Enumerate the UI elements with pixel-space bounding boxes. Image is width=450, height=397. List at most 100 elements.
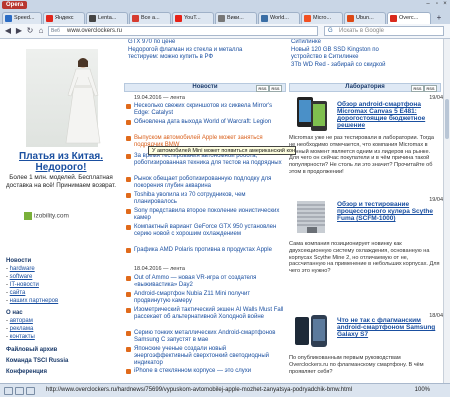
maximize-icon[interactable]: ▫ xyxy=(433,1,441,8)
nav-forum[interactable]: Конференция xyxy=(6,368,116,376)
lab-column: Ситилинке Новый 120 GB SSD Kingston по у… xyxy=(289,39,447,383)
news-icon xyxy=(126,193,131,198)
rss-badge[interactable]: RSS xyxy=(424,85,437,92)
news-header[interactable]: Новости RSS RSS xyxy=(124,83,286,92)
news-item-text: Sony представила второе поколение ионист… xyxy=(134,208,280,221)
favicon-icon xyxy=(218,15,225,22)
search-field[interactable]: G Искать в Google xyxy=(324,26,444,36)
ad-logo[interactable]: izobility.com xyxy=(24,212,104,220)
news-icon xyxy=(126,209,131,214)
close-icon[interactable]: × xyxy=(441,1,449,8)
turbo-icon[interactable] xyxy=(15,387,24,395)
nav-team[interactable]: Команда TSCI Russia xyxy=(6,357,116,365)
snippet[interactable]: Ситилинке xyxy=(291,39,441,47)
lab-item[interactable]: 19/04 Обзор android-смартфона Micromax C… xyxy=(289,95,447,190)
lab-text: По опубликованным первым руководствам Ov… xyxy=(289,355,424,375)
snippet[interactable]: 3Tb WD Red - забирай со скидкой xyxy=(291,62,441,70)
news-icon xyxy=(126,347,131,352)
lab-item[interactable]: 19/04 Обзор и тестирование процессорного… xyxy=(289,197,447,307)
tab-world[interactable]: World... xyxy=(258,12,300,24)
nav-link-contacts[interactable]: контакты xyxy=(10,334,35,340)
lab-text: Micromax уже не раз тестировали в лабора… xyxy=(289,135,435,175)
search-placeholder: Искать в Google xyxy=(339,28,385,34)
nav-link-software[interactable]: software xyxy=(10,274,33,280)
nav-link-it-news[interactable]: IT-новости xyxy=(10,282,39,288)
nav-link-ads[interactable]: реклама xyxy=(10,326,34,332)
news-icon xyxy=(126,104,131,109)
address-toolbar: ◀ ▶ ↻ ⌂ Веб www.overclockers.ru ☆ G Иска… xyxy=(0,24,450,39)
news-icon xyxy=(126,225,131,230)
favicon-icon xyxy=(347,15,354,22)
forward-icon[interactable]: ▶ xyxy=(14,26,24,36)
dress-image-icon xyxy=(65,58,101,144)
back-icon[interactable]: ◀ xyxy=(3,26,13,36)
home-icon[interactable]: ⌂ xyxy=(36,26,46,36)
top-snippets-mid: GTX 970 по цене Недорогой флагман из сте… xyxy=(128,39,284,62)
ad-title[interactable]: Платья из Китая. Недорого! xyxy=(4,151,118,173)
tab-microsoft[interactable]: Micro... xyxy=(301,12,343,24)
lab-header[interactable]: Лаборатория RSS RSS xyxy=(289,83,441,92)
address-field[interactable]: Веб www.overclockers.ru ☆ xyxy=(48,26,361,36)
panel-toggle-icon[interactable] xyxy=(4,387,13,395)
tab-label: Яндекс xyxy=(55,15,74,21)
tab-wiki[interactable]: Вики... xyxy=(215,12,257,24)
news-header-label: Новости xyxy=(192,84,218,90)
lab-title[interactable]: Обзор android-смартфона Micromax Canvas … xyxy=(337,101,443,129)
tab-ubuntu[interactable]: Ubun... xyxy=(344,12,386,24)
snippet[interactable]: Новый 120 GB SSD Kingston по xyxy=(291,47,441,55)
tab-strip: Speed... Яндекс Lenta... Все а... YouT..… xyxy=(0,10,450,24)
tab-yandex[interactable]: Яндекс xyxy=(43,12,85,24)
nav-file-archive[interactable]: Файловый архив xyxy=(6,346,116,354)
link-tooltip: У автомобилей Mini может появиться амери… xyxy=(148,146,296,155)
news-item-text: Рынок обещает роботизированную подлодку … xyxy=(134,176,272,189)
rss-badge[interactable]: RSS xyxy=(411,85,424,92)
address-text: www.overclockers.ru xyxy=(67,28,123,34)
top-snippets-right: Ситилинке Новый 120 GB SSD Kingston по у… xyxy=(291,39,441,69)
tab-label: Overc... xyxy=(399,15,419,21)
nav-link-site[interactable]: сайта xyxy=(10,290,26,296)
status-bar: http://www.overclockers.ru/hardnews/7569… xyxy=(0,383,450,397)
new-tab-button[interactable]: + xyxy=(432,13,446,23)
reload-icon[interactable]: ↻ xyxy=(25,26,35,36)
snippet[interactable]: устройство в Ситилинке xyxy=(291,54,441,62)
favicon-icon xyxy=(261,15,268,22)
tab-lenta[interactable]: Lenta... xyxy=(86,12,128,24)
lab-title[interactable]: Обзор и тестирование процессорного кулер… xyxy=(337,201,443,222)
nav-link-partners[interactable]: наших партнеров xyxy=(10,298,59,304)
tab-speed-dial[interactable]: Speed... xyxy=(2,12,42,24)
opera-menu-button[interactable]: Opera xyxy=(2,1,28,9)
rss-badge[interactable]: RSS xyxy=(269,85,282,92)
tab-overclockers[interactable]: Overc... xyxy=(387,12,431,24)
scrollbar-thumb[interactable] xyxy=(445,99,449,139)
nav-link-authors[interactable]: авторам xyxy=(10,318,33,324)
nav-link-hardware[interactable]: hardware xyxy=(10,266,35,272)
cooler-thumbnail-icon xyxy=(297,201,325,233)
news-icon xyxy=(126,331,131,336)
tab-vse-a[interactable]: Все а... xyxy=(129,12,171,24)
rss-badge[interactable]: RSS xyxy=(256,85,269,92)
dress-ad[interactable]: Платья из Китая. Недорого! Более 1 млн. … xyxy=(4,47,118,240)
snippet[interactable]: тестируем: можно купить в РФ xyxy=(128,54,284,62)
favicon-icon xyxy=(132,15,139,22)
news-item-text: Android-смартфон Nubia Z11 Mini получит … xyxy=(134,291,251,304)
news-item-text: Компактный вариант GeForce GTX 950 устан… xyxy=(134,224,277,237)
minimize-icon[interactable]: – xyxy=(424,1,432,8)
izobility-logo-icon xyxy=(24,212,32,220)
downloads-icon[interactable] xyxy=(26,387,35,395)
nav-heading-about[interactable]: О нас xyxy=(6,309,116,317)
zoom-level[interactable]: 100% xyxy=(415,384,430,396)
news-icon xyxy=(126,308,131,313)
lab-title[interactable]: Что не так с флагманским android-смартфо… xyxy=(337,317,443,338)
nav-heading-news[interactable]: Новости xyxy=(6,257,116,265)
favicon-icon xyxy=(304,15,311,22)
vertical-scrollbar[interactable] xyxy=(443,39,450,383)
lab-item[interactable]: 18/04 Что не так с флагманским android-с… xyxy=(289,313,447,383)
tab-label: Все а... xyxy=(141,15,160,21)
tab-youtube[interactable]: YouT... xyxy=(172,12,214,24)
snippet[interactable]: GTX 970 по цене xyxy=(128,39,284,47)
news-icon xyxy=(126,120,131,125)
news-item-text: Японские ученые создали новый энергоэффе… xyxy=(134,346,270,366)
news-item-text: Out of Ammo — новая VR-игра от создателя… xyxy=(134,275,257,288)
snippet[interactable]: Недорогой флагман из стекла и металла xyxy=(128,47,284,55)
ad-image[interactable] xyxy=(26,49,101,147)
